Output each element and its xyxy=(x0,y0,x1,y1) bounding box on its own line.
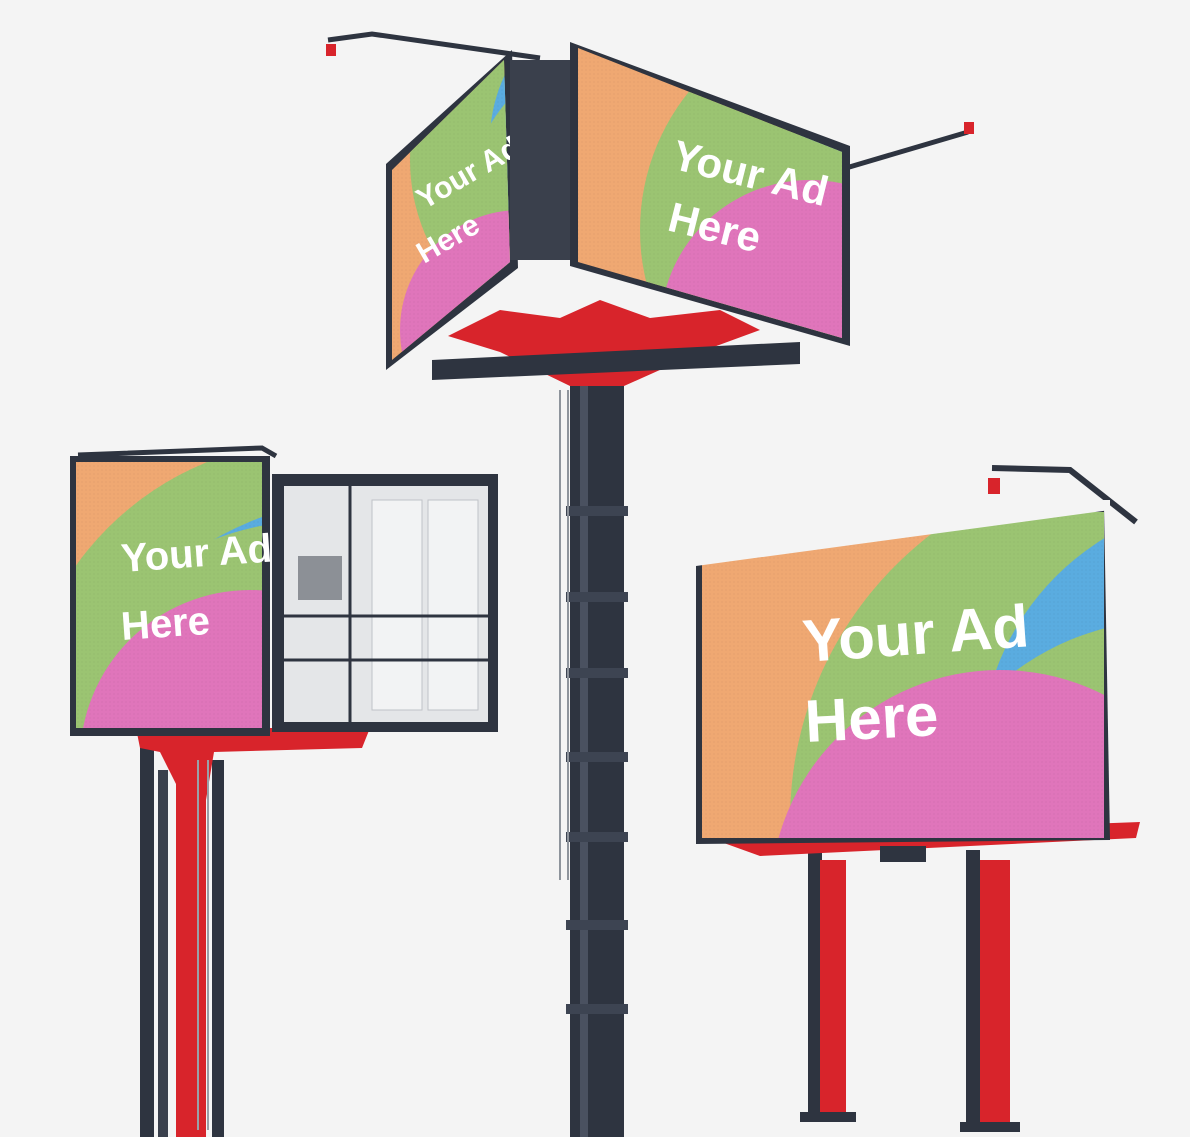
right-leg-left-red xyxy=(820,860,846,1120)
left-leg-dark-inner xyxy=(158,770,168,1137)
left-ad-line2: Here xyxy=(120,599,212,649)
left-cabinet-panel-b xyxy=(427,499,479,711)
left-leg-dark-outer xyxy=(140,740,154,1137)
center-lamp-right-icon xyxy=(964,122,974,134)
left-cabinet-panel-a xyxy=(371,499,423,711)
right-bottom-box xyxy=(880,846,926,862)
right-leg-right-red xyxy=(980,860,1010,1130)
billboards-scene: Your Ad Here Your Ad Here Your Ad Here Y… xyxy=(0,0,1190,1137)
right-foot-right xyxy=(960,1122,1020,1132)
right-ad-line2: Here xyxy=(803,681,940,755)
left-cabinet-box xyxy=(298,556,342,600)
right-leg-right-dark xyxy=(966,850,980,1130)
left-leg-red xyxy=(176,780,206,1137)
left-leg-dark-right xyxy=(212,760,224,1137)
right-lamp-icon xyxy=(988,478,1000,494)
right-foot-left xyxy=(800,1112,856,1122)
center-connector xyxy=(510,60,580,260)
center-lamp-left-icon xyxy=(326,44,336,56)
right-leg-left-dark xyxy=(808,850,822,1120)
